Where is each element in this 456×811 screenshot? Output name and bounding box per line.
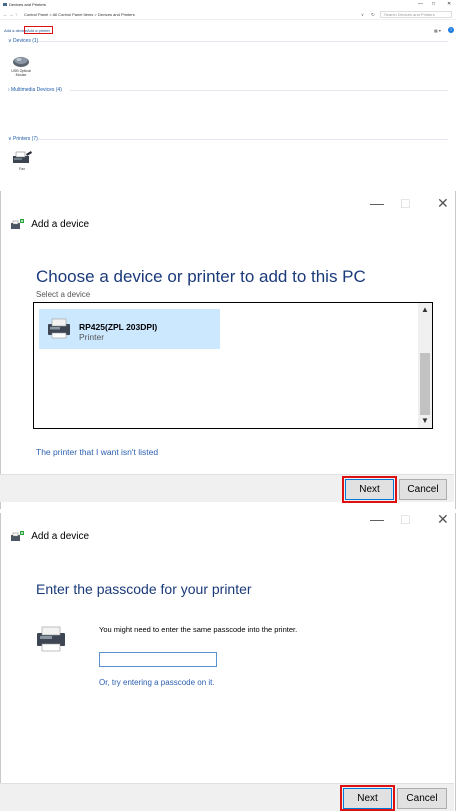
scroll-thumb[interactable] [420,353,430,415]
search-input[interactable]: Search Devices and Printers [380,11,452,18]
maximize-button[interactable]: □ [432,1,435,7]
add-device-dialog-passcode: — □ ✕ Add a device [0,511,456,811]
minimize-button[interactable]: — [418,1,423,7]
page-title: Choose a device or printer to add to thi… [36,267,366,286]
mouse-icon [13,56,29,67]
group-label[interactable]: ∨ Devices (1) [8,38,38,44]
device-name: RP425(ZPL 203DPI) [79,322,158,332]
next-button[interactable]: Next [345,479,394,500]
address-bar-row: ← → ↑ Control Panel > All Control Panel … [0,10,456,20]
printer-not-listed-link[interactable]: The printer that I want isn't listed [36,447,158,457]
dialog-header: Add a device [11,219,89,230]
list-scrollbar[interactable]: ▲ ▼ [418,303,432,428]
printer-icon [37,626,65,652]
help-icon[interactable]: ? [448,27,454,33]
page-title: Enter the passcode for your printer [36,581,252,597]
device-list-item[interactable]: RP425(ZPL 203DPI) Printer [39,309,220,349]
dialog-header: Add a device [11,531,89,542]
device-item[interactable]: USB Optical Mouse [8,54,34,77]
group-label[interactable]: ∨ Printers (7) [8,136,38,142]
app-icon [3,3,7,6]
view-options-icon[interactable]: ▦ ▾ [434,28,441,33]
group-devices[interactable]: ∨ Devices (1) [8,38,448,44]
maximize-button[interactable]: □ [401,511,409,527]
printer-item[interactable]: Fax [10,150,34,171]
title-bar: Devices and Printers — □ ✕ [0,0,456,10]
group-divider [38,41,448,42]
command-bar: Add a device Add a printer ▦ ▾ ? [0,24,456,36]
refresh-icon[interactable]: ↻ [371,12,375,18]
minimize-button[interactable]: — [370,511,384,527]
forward-arrow-icon[interactable]: → [9,12,14,17]
dialog-header-text: Add a device [31,531,90,543]
devices-and-printers-window: Devices and Printers — □ ✕ ← → ↑ Control… [0,0,456,186]
close-button[interactable]: ✕ [437,195,449,212]
device-label: USB Optical Mouse [11,69,31,77]
close-button[interactable]: ✕ [437,511,449,528]
passcode-message: You might need to enter the same passcod… [99,625,298,634]
scroll-up-icon[interactable]: ▲ [418,303,432,317]
cancel-button[interactable]: Cancel [399,479,447,500]
fax-icon [13,151,32,163]
printer-icon [48,318,70,339]
group-label[interactable]: › Multimedia Devices (4) [8,87,62,93]
address-dropdown-icon[interactable]: ∨ [361,12,364,17]
breadcrumb[interactable]: Control Panel > All Control Panel Items … [24,12,135,17]
printer-label: Fax [19,167,25,171]
try-passcode-on-printer-link[interactable]: Or, try entering a passcode on it. [99,678,215,687]
minimize-button[interactable]: — [370,195,384,211]
group-divider [70,90,448,91]
group-printers[interactable]: ∨ Printers (7) [8,136,448,142]
dialog-header-text: Add a device [31,219,90,231]
add-device-icon [11,531,24,541]
scroll-down-icon[interactable]: ▼ [418,414,432,428]
add-printer-command[interactable]: Add a printer [24,26,53,34]
group-multimedia[interactable]: › Multimedia Devices (4) [8,87,448,93]
up-arrow-icon[interactable]: ↑ [15,12,17,17]
cancel-button[interactable]: Cancel [397,788,447,809]
device-list[interactable]: RP425(ZPL 203DPI) Printer ▲ ▼ [33,302,433,429]
back-arrow-icon[interactable]: ← [3,12,8,17]
add-device-icon [11,219,24,229]
window-title: Devices and Printers [9,2,46,7]
device-type: Printer [79,332,105,342]
next-button[interactable]: Next [343,788,392,809]
group-divider [38,139,448,140]
close-button[interactable]: ✕ [447,1,451,7]
page-subtitle: Select a device [36,290,91,299]
passcode-input[interactable] [99,652,217,667]
maximize-button[interactable]: □ [401,195,409,211]
